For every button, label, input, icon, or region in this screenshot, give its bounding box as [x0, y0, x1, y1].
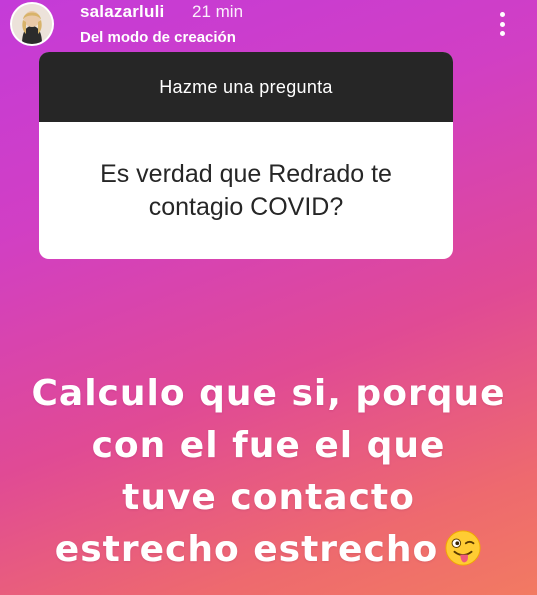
question-text: Es verdad que Redrado te contagio COVID? — [100, 159, 392, 221]
question-sticker[interactable]: Hazme una pregunta Es verdad que Redrado… — [39, 52, 453, 259]
dot — [499, 21, 505, 27]
question-sticker-body: Es verdad que Redrado te contagio COVID? — [39, 122, 453, 259]
answer-line-text: estrecho estrecho — [54, 529, 439, 570]
answer-line: tuve contacto — [122, 477, 415, 518]
post-timestamp: 21 min — [192, 2, 244, 21]
more-options-icon[interactable] — [490, 6, 514, 42]
answer-line: Calculo que si, porque — [31, 373, 506, 414]
question-sticker-prompt: Hazme una pregunta — [39, 52, 453, 122]
story-source-label[interactable]: Del modo de creación — [80, 29, 236, 46]
answer-line-last: estrecho estrecho — [0, 524, 537, 576]
username[interactable]: salazarluli — [80, 2, 164, 22]
dot — [499, 12, 505, 17]
winking-face-with-tongue-icon — [445, 530, 481, 566]
dot — [499, 31, 505, 36]
avatar-image-icon — [12, 4, 52, 44]
avatar[interactable] — [12, 4, 52, 44]
answer-text: Calculo que si, porque con el fue el que… — [0, 368, 537, 576]
story-header: salazarluli 21 min Del modo de creación — [0, 0, 537, 52]
answer-line: con el fue el que — [91, 425, 446, 466]
